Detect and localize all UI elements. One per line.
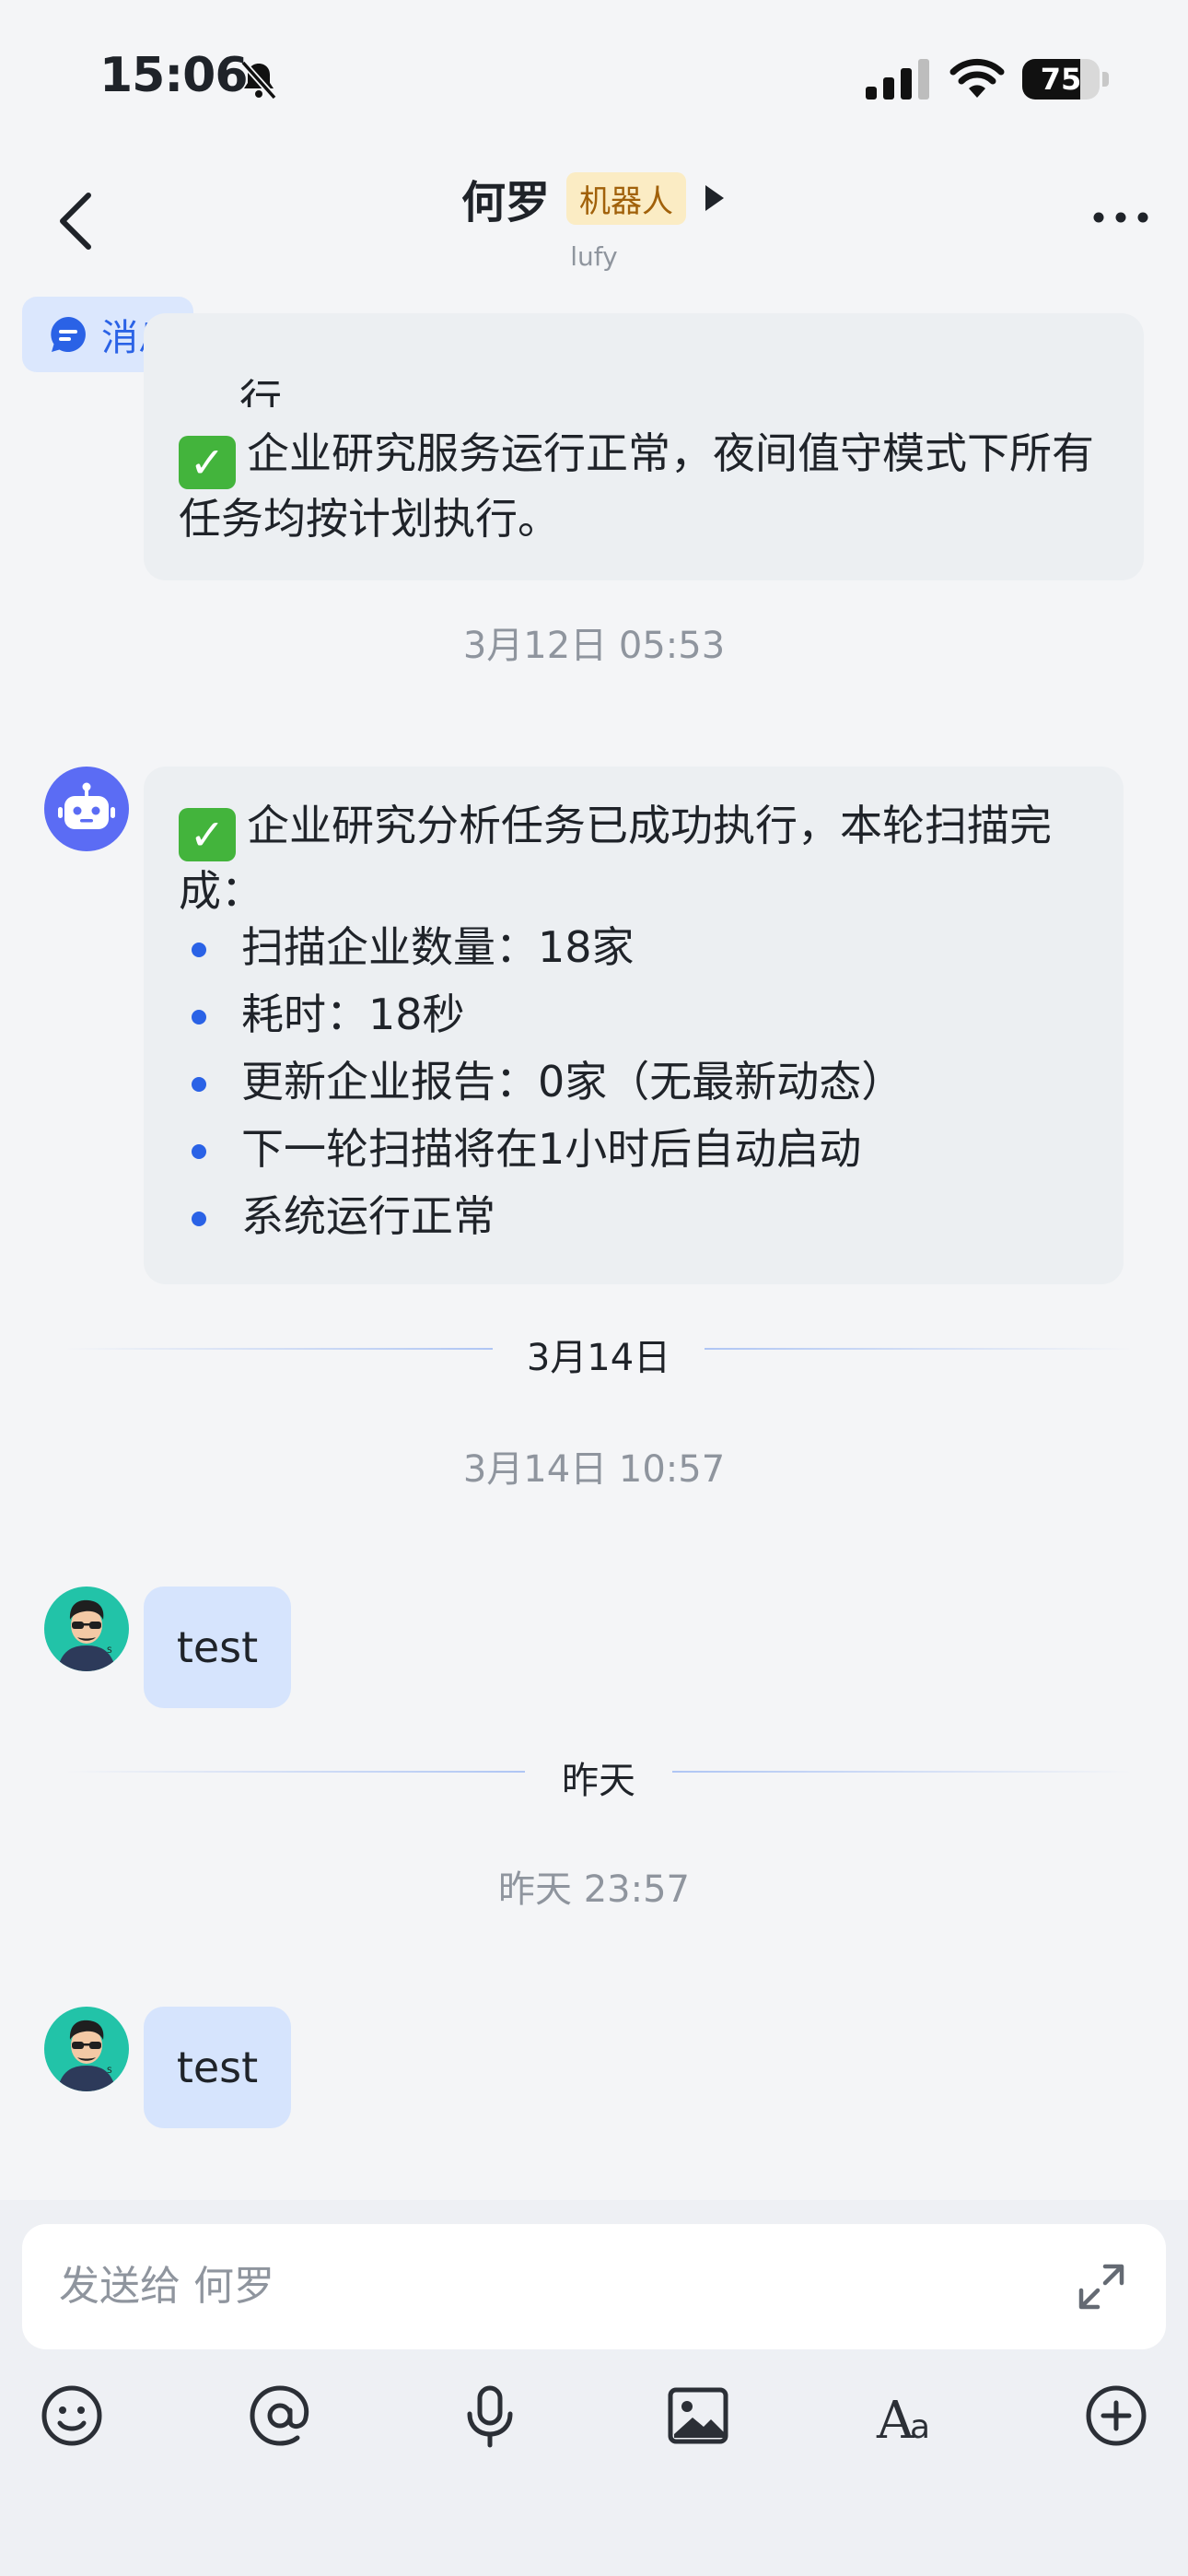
bell-muted-icon [240, 60, 277, 100]
list-item: 系统运行正常 [179, 1183, 903, 1250]
date-divider-label: 3月14日 [526, 1337, 671, 1379]
play-triangle-icon [705, 185, 724, 211]
svg-text:A: A [876, 2391, 914, 2449]
list-item: 下一轮扫描将在1小时后自动启动 [179, 1116, 903, 1183]
bot-avatar[interactable] [44, 767, 129, 851]
message-timestamp: 昨天 23:57 [498, 1868, 690, 1911]
date-divider: 昨天 [64, 1743, 1133, 1802]
list-item: 耗时：18秒 [179, 981, 903, 1048]
message-input-placeholder: 发送给 何罗 [59, 2263, 274, 2310]
emoji-icon[interactable] [39, 2383, 105, 2449]
message-bubble-self[interactable]: test [144, 1587, 291, 1708]
message-text: 企业研究分析任务已成功执行，本轮扫描完成： [179, 801, 1052, 916]
check-mark-icon: ✓ [179, 808, 236, 861]
battery-level: 75 [1040, 62, 1082, 97]
message-partial-line: 行 [239, 375, 282, 407]
svg-text:S: S [107, 2067, 112, 2076]
battery-icon: 75 [1022, 59, 1111, 100]
user-avatar[interactable]: S [44, 2007, 129, 2091]
message-bubble[interactable]: ✓ 企业研究分析任务已成功执行，本轮扫描完成： 扫描企业数量：18家 耗时：18秒… [144, 767, 1124, 1284]
svg-text:a: a [910, 2408, 930, 2446]
message-bubble-self[interactable]: test [144, 2007, 291, 2128]
message-timestamp: 3月12日 05:53 [462, 625, 726, 667]
mention-icon[interactable] [247, 2383, 313, 2449]
user-avatar-illustration: S [44, 2007, 129, 2091]
status-time: 15:06 [99, 48, 249, 103]
text-format-icon[interactable]: A a [875, 2383, 941, 2449]
message-timestamp: 3月14日 10:57 [462, 1448, 726, 1491]
wifi-icon [949, 58, 1005, 98]
contact-name: 何罗 [460, 177, 550, 228]
cellular-signal-icon [866, 59, 929, 100]
message-input[interactable]: 发送给 何罗 [22, 2224, 1166, 2349]
robot-badge: 机器人 [566, 171, 686, 225]
date-divider-label: 昨天 [562, 1760, 635, 1802]
message-text: 企业研究服务运行正常，夜间值守模式下所有任务均按计划执行。 [179, 428, 1094, 544]
more-options-icon[interactable] [1091, 208, 1150, 227]
chat-title[interactable]: 何罗 机器人 [0, 166, 1188, 230]
chat-subtitle: lufy [570, 241, 618, 272]
date-divider: 3月14日 [64, 1320, 1133, 1379]
user-avatar-illustration: S [44, 1587, 129, 1671]
message-bubble[interactable]: 行 ✓ 企业研究服务运行正常，夜间值守模式下所有任务均按计划执行。 [144, 313, 1144, 580]
chat-bubble-icon [51, 317, 86, 352]
microphone-icon[interactable] [457, 2383, 523, 2449]
plus-circle-icon[interactable] [1083, 2383, 1149, 2449]
list-item: 更新企业报告：0家（无最新动态） [179, 1048, 903, 1116]
image-icon[interactable] [665, 2383, 731, 2449]
robot-icon [58, 782, 115, 829]
message-bullet-list: 扫描企业数量：18家 耗时：18秒 更新企业报告：0家（无最新动态） 下一轮扫描… [179, 914, 903, 1250]
expand-icon[interactable] [1074, 2259, 1129, 2314]
check-mark-icon: ✓ [179, 436, 236, 489]
list-item: 扫描企业数量：18家 [179, 914, 903, 981]
user-avatar[interactable]: S [44, 1587, 129, 1671]
svg-text:S: S [107, 1646, 112, 1656]
